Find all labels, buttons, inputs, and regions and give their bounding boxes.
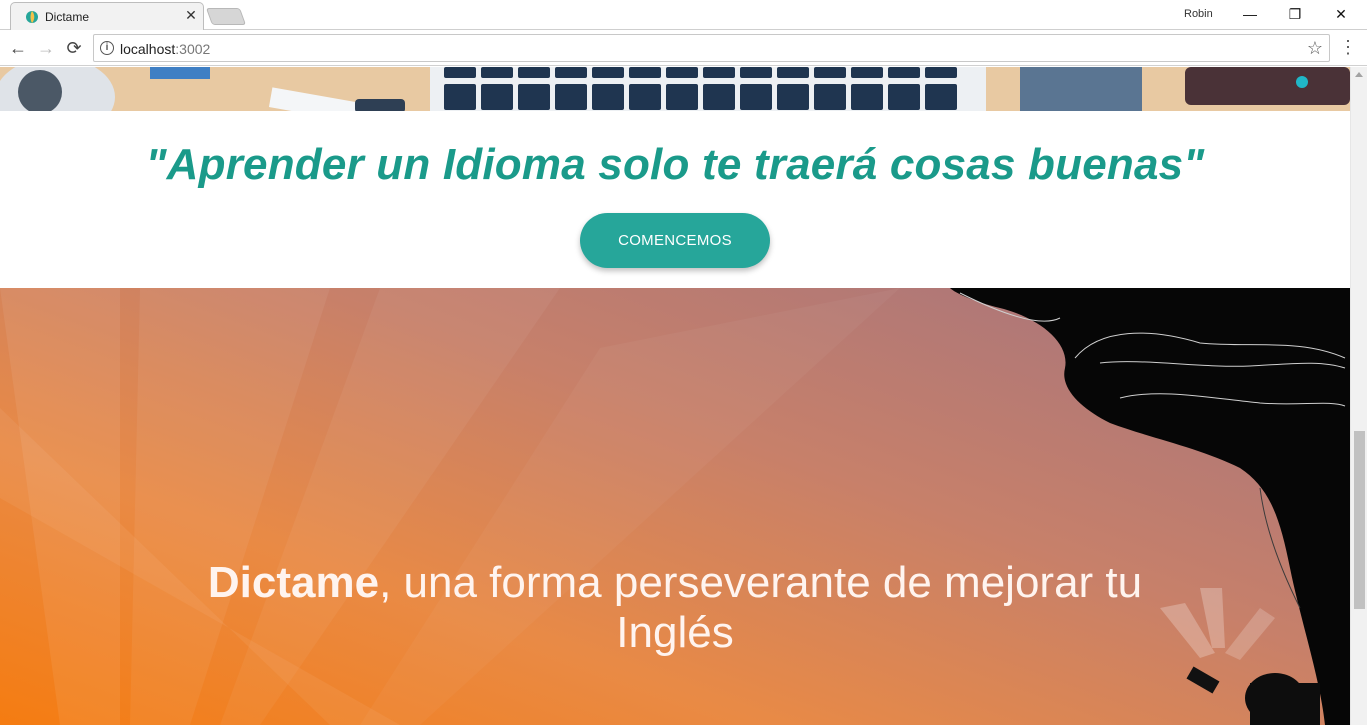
keyboard-key xyxy=(592,84,624,110)
hero-tagline: Dictame, una forma perseverante de mejor… xyxy=(175,558,1175,658)
hero-brand-name: Dictame xyxy=(207,558,380,607)
keyboard-key xyxy=(814,67,846,78)
browser-tab-dictame[interactable]: Dictame ✕ xyxy=(10,2,204,30)
forward-icon[interactable]: → xyxy=(34,36,58,60)
keyboard-key xyxy=(518,84,550,110)
hero-tagline-line1: , una forma perseverante de mejorar tu xyxy=(379,558,1143,607)
keyboard-key xyxy=(444,67,476,78)
bookmark-star-icon[interactable]: ☆ xyxy=(1307,38,1323,59)
page-scrollbar[interactable] xyxy=(1350,67,1367,725)
head-silhouette-illustration xyxy=(950,288,1350,725)
keyboard-key xyxy=(444,84,476,110)
scroll-up-icon[interactable] xyxy=(1355,72,1363,77)
keyboard-key xyxy=(888,67,920,78)
address-bar[interactable]: i localhost:3002 ☆ xyxy=(93,34,1330,62)
keyboard-key xyxy=(925,67,957,78)
url-host: localhost xyxy=(120,41,176,57)
url-port: :3002 xyxy=(175,41,211,57)
keyboard-key xyxy=(555,67,587,78)
quote-section: "Aprender un Idioma solo te traerá cosas… xyxy=(0,111,1350,288)
keyboard-key xyxy=(777,67,809,78)
keyboard-key xyxy=(629,84,661,110)
hero-tagline-line2: Inglés xyxy=(616,608,734,657)
keyboard-key xyxy=(777,84,809,110)
dictame-favicon-icon xyxy=(26,11,38,23)
keyboard-key xyxy=(481,67,513,78)
keyboard-key xyxy=(925,84,957,110)
keyboard-key xyxy=(740,84,772,110)
hero-section: Dictame, una forma perseverante de mejor… xyxy=(0,288,1350,725)
keyboard-key xyxy=(518,67,550,78)
back-icon[interactable]: ← xyxy=(6,36,30,60)
keyboard-key xyxy=(666,84,698,110)
keyboard-key xyxy=(481,84,513,110)
keyboard-key xyxy=(592,67,624,78)
keyboard-key xyxy=(888,84,920,110)
tab-close-icon[interactable]: ✕ xyxy=(183,7,199,23)
url-text[interactable]: localhost:3002 xyxy=(120,41,210,57)
reload-icon[interactable]: ⟳ xyxy=(62,36,86,60)
motivational-quote: "Aprender un Idioma solo te traerá cosas… xyxy=(145,140,1205,189)
close-window-icon[interactable]: ✕ xyxy=(1318,4,1364,26)
browser-toolbar: ← → ⟳ i localhost:3002 ☆ ⋮ xyxy=(0,30,1367,66)
new-tab-button[interactable] xyxy=(205,8,247,25)
browser-menu-icon[interactable]: ⋮ xyxy=(1338,36,1358,60)
keyboard-key xyxy=(851,84,883,110)
keyboard-key xyxy=(740,67,772,78)
keyboard-key xyxy=(703,84,735,110)
keyboard-key xyxy=(814,84,846,110)
keyboard-key xyxy=(851,67,883,78)
tab-title: Dictame xyxy=(45,10,90,24)
profile-name[interactable]: Robin xyxy=(1184,8,1213,20)
comencemos-button[interactable]: COMENCEMOS xyxy=(580,213,770,268)
desk-banner-image xyxy=(0,67,1350,111)
keyboard-key xyxy=(555,84,587,110)
keyboard-key xyxy=(629,67,661,78)
restore-icon[interactable]: ❐ xyxy=(1272,4,1318,26)
minimize-icon[interactable]: — xyxy=(1227,4,1273,26)
page-viewport: "Aprender un Idioma solo te traerá cosas… xyxy=(0,67,1350,725)
browser-tab-strip: Dictame ✕ Robin — ❐ ✕ xyxy=(0,0,1367,30)
keyboard-key xyxy=(666,67,698,78)
keyboard-key xyxy=(703,67,735,78)
site-info-icon[interactable]: i xyxy=(100,41,114,55)
scrollbar-thumb[interactable] xyxy=(1354,431,1365,609)
